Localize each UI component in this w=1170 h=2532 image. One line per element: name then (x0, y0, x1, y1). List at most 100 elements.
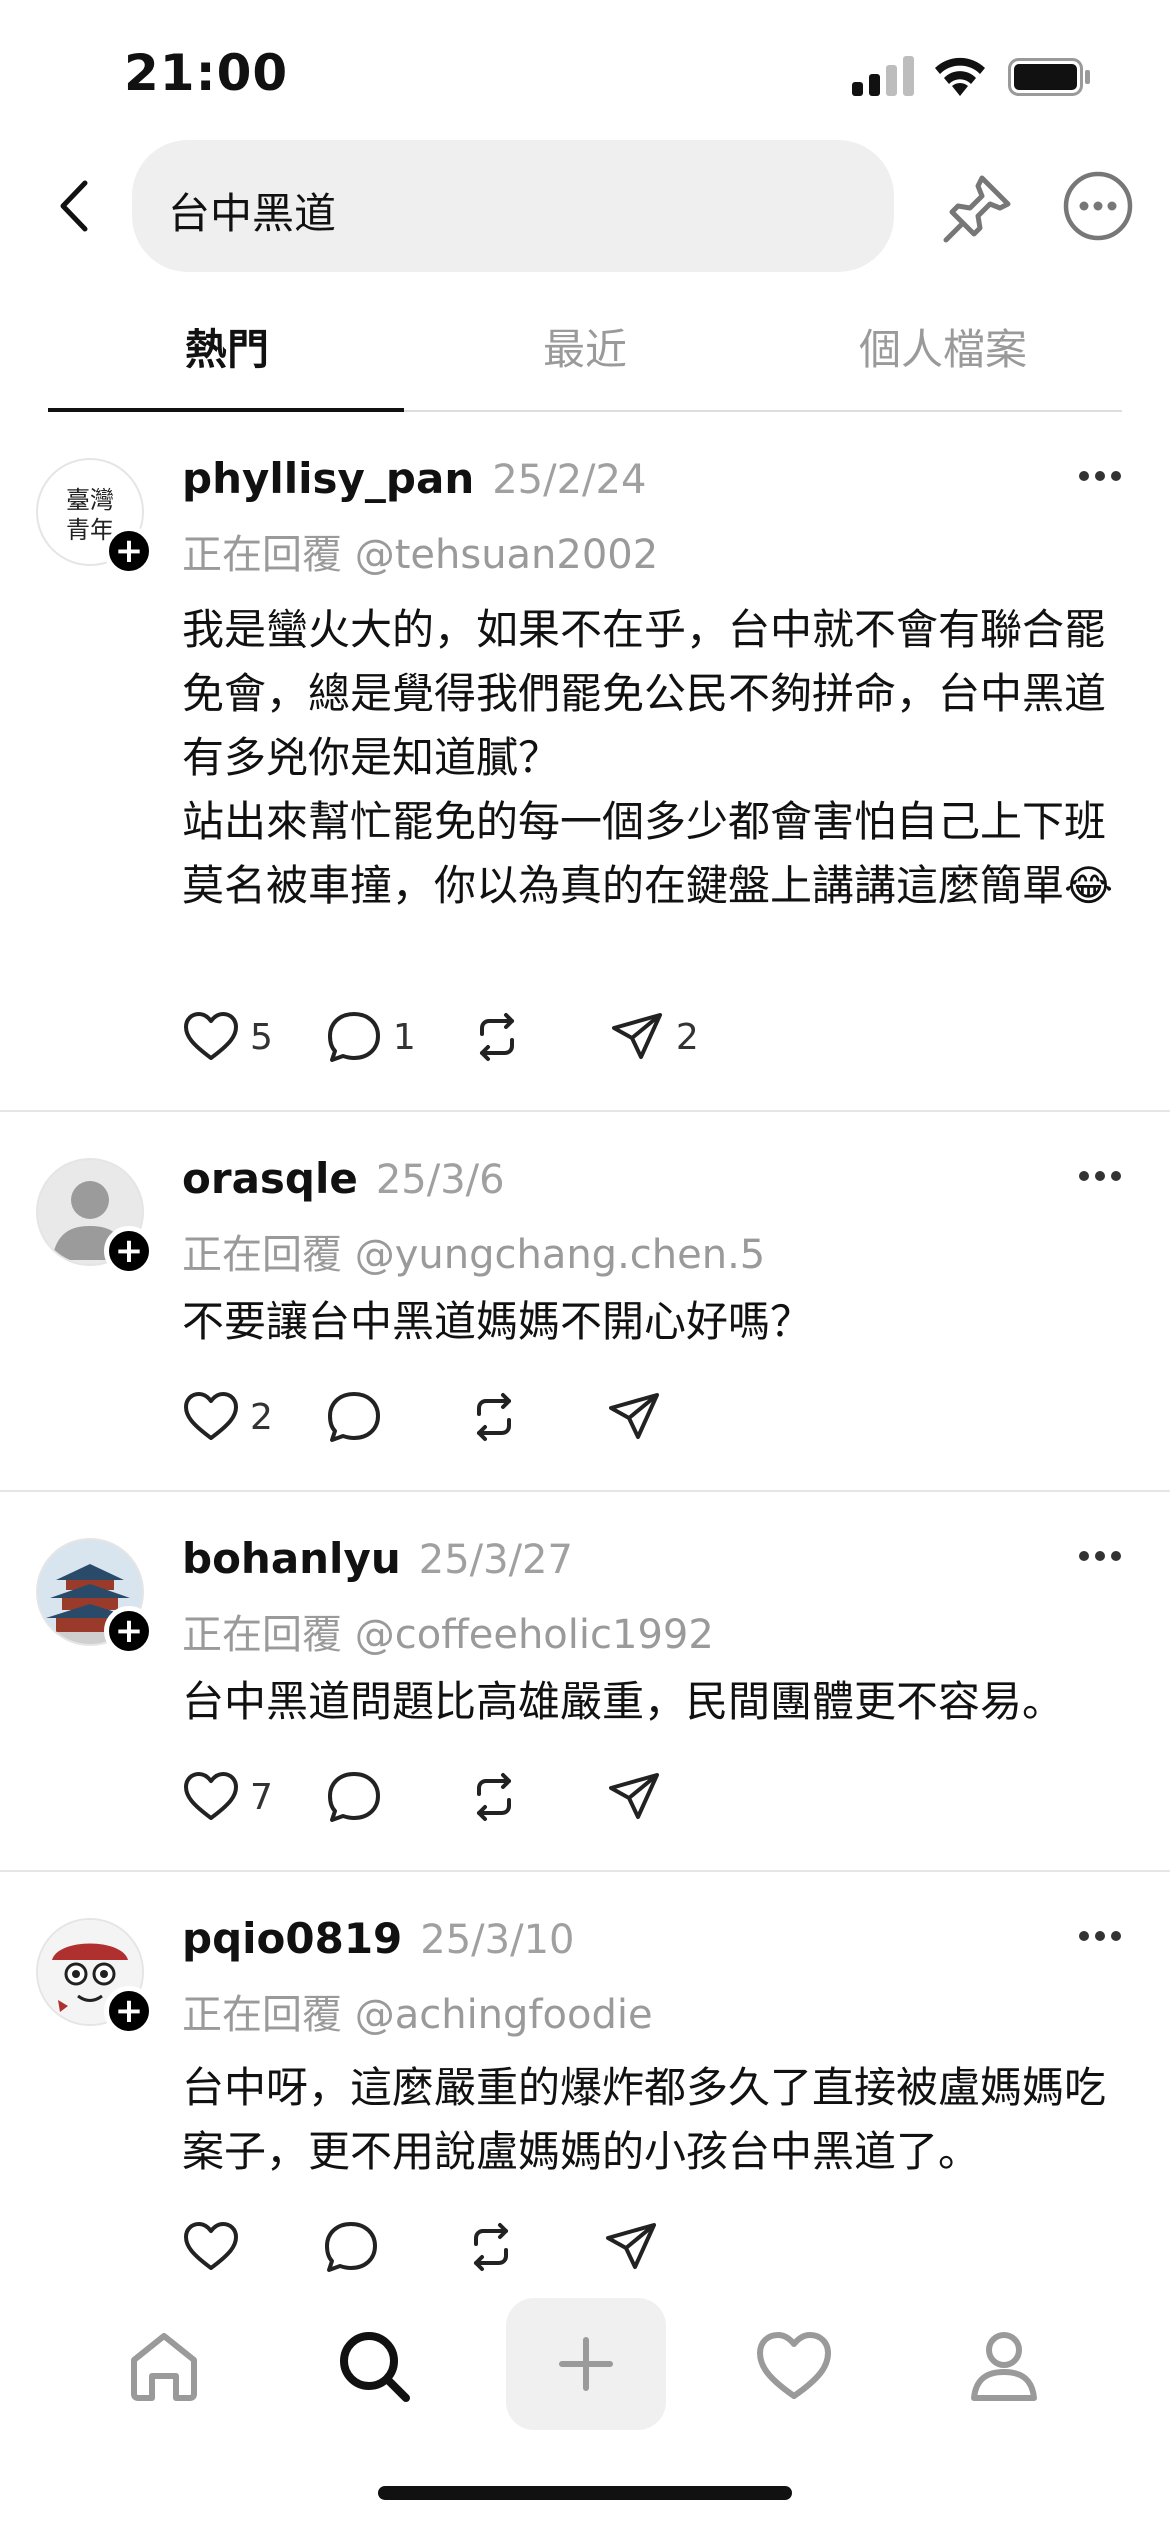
comment-icon (327, 1772, 380, 1822)
post-date: 25/2/24 (492, 457, 647, 503)
username[interactable]: orasqle (182, 1154, 358, 1203)
repost-icon (479, 1013, 514, 1061)
tab-popular[interactable]: 熱門 (48, 316, 406, 377)
comment-icon (327, 1392, 380, 1442)
post-actions: 2 (182, 1388, 745, 1446)
reply-count: 1 (392, 1016, 416, 1058)
post: + bohanlyu 25/3/27 正在回覆 @coffeeholic1992… (0, 1492, 1170, 1872)
repost-button[interactable] (465, 1388, 553, 1446)
username[interactable]: bohanlyu (182, 1534, 401, 1583)
nav-compose[interactable] (506, 2298, 666, 2430)
heart-icon (757, 2332, 831, 2399)
post-header: orasqle 25/3/6 (182, 1154, 505, 1203)
repost-button[interactable] (465, 1768, 553, 1826)
repost-button[interactable] (468, 1008, 556, 1066)
share-button[interactable] (605, 1768, 693, 1826)
nav-home[interactable] (114, 2316, 214, 2416)
post-body: 我是蠻火大的，如果不在乎，台中就不會有聯合罷免會，總是覺得我們罷免公民不夠拼命，… (182, 605, 1114, 910)
tab-recent[interactable]: 最近 (406, 316, 764, 377)
send-icon (608, 1773, 659, 1819)
send-icon (611, 1013, 662, 1059)
search-header: 台中黑道 (0, 140, 1170, 272)
share-button[interactable] (605, 1388, 693, 1446)
post-body: 台中呀，這麼嚴重的爆炸都多久了直接被盧媽媽吃案子，更不用說盧媽媽的小孩台中黑道了… (182, 2063, 1107, 2176)
search-results-feed: 臺灣 青年 + phyllisy_pan 25/2/24 正在回覆 @tehsu… (0, 412, 1170, 2292)
reply-to-label: 正在回覆 @coffeeholic1992 (182, 1612, 714, 1658)
battery-icon (1008, 58, 1090, 96)
nav-search[interactable] (324, 2316, 424, 2416)
tab-profiles[interactable]: 個人檔案 (764, 316, 1122, 377)
bottom-navigation (0, 2280, 1170, 2452)
like-count: 2 (250, 1396, 273, 1438)
reply-button[interactable] (322, 2218, 410, 2276)
post-header: pqio0819 25/3/10 (182, 1914, 574, 1963)
svg-text:臺灣: 臺灣 (66, 486, 114, 514)
post-body: 台中黑道問題比高雄嚴重，民間團體更不容易。 (182, 1677, 1065, 1726)
repost-button[interactable] (462, 2218, 550, 2276)
post-date: 25/3/6 (375, 1157, 505, 1203)
results-tabs: 熱門 最近 個人檔案 (48, 296, 1122, 412)
reply-button[interactable] (325, 1388, 413, 1446)
post-body: 不要讓台中黑道媽媽不開心好嗎？ (182, 1297, 813, 1346)
post-date: 25/3/27 (418, 1537, 573, 1583)
follow-button[interactable]: + (104, 1986, 154, 2036)
share-button[interactable] (602, 2218, 690, 2276)
comment-icon (327, 1012, 380, 1062)
post-more-icon[interactable] (1078, 1548, 1122, 1564)
like-button[interactable]: 2 (182, 1388, 273, 1446)
repost-icon (476, 1393, 511, 1441)
plus-icon (559, 2337, 613, 2391)
post: 臺灣 青年 + phyllisy_pan 25/2/24 正在回覆 @tehsu… (0, 412, 1170, 1112)
home-icon (131, 2333, 197, 2401)
wifi-icon (935, 57, 985, 96)
post: + orasqle 25/3/6 正在回覆 @yungchang.chen.5 … (0, 1112, 1170, 1492)
like-button[interactable]: 5 (182, 1008, 273, 1066)
search-query: 台中黑道 (168, 189, 337, 238)
follow-button[interactable]: + (104, 1226, 154, 1276)
heart-icon (184, 1012, 238, 1060)
pin-icon[interactable] (940, 170, 1016, 246)
back-button[interactable] (48, 174, 100, 238)
comment-icon (325, 2222, 377, 2272)
repost-icon (476, 1773, 511, 1821)
reply-to-label: 正在回覆 @yungchang.chen.5 (182, 1232, 766, 1278)
username[interactable]: phyllisy_pan (182, 454, 474, 503)
post-header: phyllisy_pan 25/2/24 (182, 454, 646, 503)
heart-icon (184, 1392, 238, 1440)
person-icon (971, 2332, 1037, 2401)
more-options-icon[interactable] (1062, 170, 1134, 242)
nav-profile[interactable] (954, 2316, 1054, 2416)
search-input[interactable]: 台中黑道 (132, 140, 894, 272)
like-button[interactable] (182, 2218, 270, 2276)
heart-icon (184, 1772, 238, 1820)
reply-button[interactable] (325, 1768, 413, 1826)
post-more-icon[interactable] (1078, 1168, 1122, 1184)
cellular-signal-icon (852, 56, 914, 96)
username[interactable]: pqio0819 (182, 1914, 402, 1963)
post-actions: 7 (182, 1768, 745, 1826)
status-time: 21:00 (124, 44, 289, 102)
follow-button[interactable]: + (104, 1606, 154, 1656)
search-icon (340, 2332, 410, 2402)
reply-to-label: 正在回覆 @tehsuan2002 (182, 532, 659, 578)
status-bar: 21:00 (0, 0, 1170, 140)
send-icon (606, 2223, 656, 2269)
share-button[interactable]: 2 (608, 1008, 699, 1066)
like-count: 5 (250, 1016, 273, 1058)
post-actions (182, 2218, 742, 2276)
heart-icon (184, 2222, 238, 2270)
like-button[interactable]: 7 (182, 1768, 273, 1826)
follow-button[interactable]: + (104, 526, 154, 576)
reply-button[interactable]: 1 (325, 1008, 416, 1066)
post: + pqio0819 25/3/10 正在回覆 @achingfoodie 台中… (0, 1872, 1170, 2292)
post-more-icon[interactable] (1078, 468, 1122, 484)
repost-icon (474, 2223, 508, 2271)
home-indicator[interactable] (378, 2486, 792, 2500)
chevron-left-icon (60, 180, 88, 232)
post-more-icon[interactable] (1078, 1928, 1122, 1944)
like-count: 7 (250, 1776, 273, 1818)
share-count: 2 (675, 1016, 699, 1058)
post-date: 25/3/10 (420, 1917, 575, 1963)
nav-activity[interactable] (744, 2316, 844, 2416)
post-actions: 5 1 2 (182, 1008, 751, 1066)
